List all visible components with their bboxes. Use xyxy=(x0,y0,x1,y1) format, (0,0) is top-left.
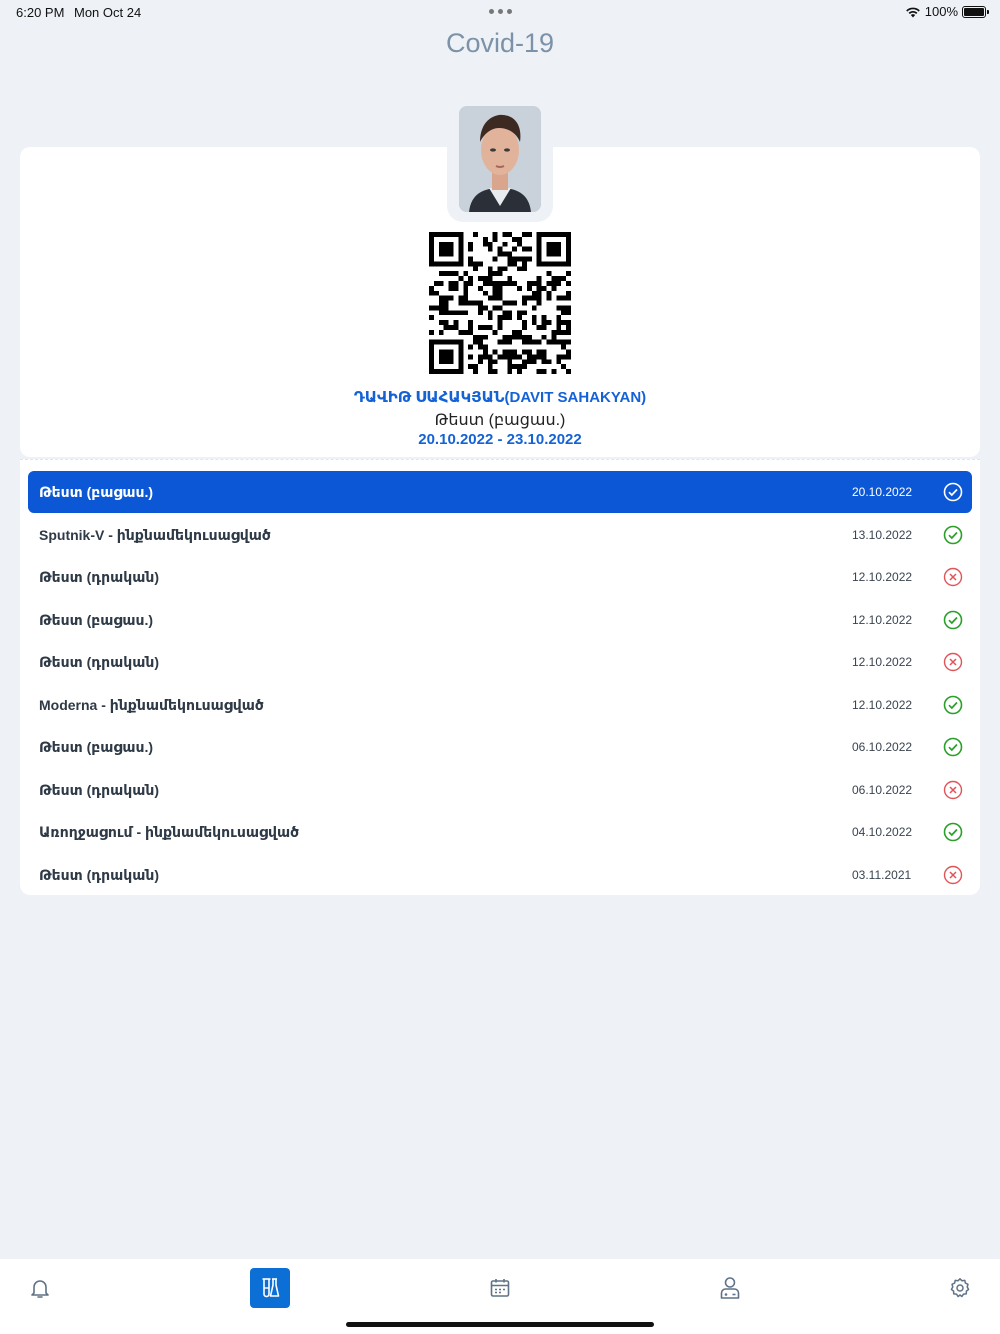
tab-profile[interactable] xyxy=(710,1268,750,1308)
record-row[interactable]: Moderna - ինքնամեկուսացված 12.10.2022 xyxy=(28,684,972,726)
avatar-frame xyxy=(447,100,553,222)
x-circle-icon xyxy=(943,780,963,800)
record-date: 06.10.2022 xyxy=(852,740,913,754)
record-label: Sputnik-V - ինքնամեկուսացված xyxy=(39,526,271,543)
x-circle-icon xyxy=(943,567,963,587)
records-list: Թեստ (բացաս.) 20.10.2022 Sputnik-V - ինք… xyxy=(20,459,980,895)
record-label: Թեստ (դրական) xyxy=(39,568,160,585)
record-label: Թեստ (դրական) xyxy=(39,653,160,670)
tab-notifications[interactable] xyxy=(20,1268,60,1308)
record-row[interactable]: Թեստ (դրական) 12.10.2022 xyxy=(28,556,972,598)
check-circle-icon xyxy=(943,822,963,842)
record-label: Թեստ (դրական) xyxy=(39,866,160,883)
tab-tests[interactable] xyxy=(250,1268,290,1308)
record-label: Թեստ (բացաս.) xyxy=(39,611,154,628)
record-date: 12.10.2022 xyxy=(852,698,913,712)
record-date: 12.10.2022 xyxy=(852,613,913,627)
x-circle-icon xyxy=(943,865,963,885)
record-row[interactable]: Թեստ (դրական) 03.11.2021 xyxy=(28,854,972,896)
record-row[interactable]: Թեստ (դրական) 12.10.2022 xyxy=(28,641,972,683)
battery-icon xyxy=(962,5,989,18)
record-row[interactable]: Թեստ (բացաս.) 06.10.2022 xyxy=(28,726,972,768)
record-row[interactable]: Առողջացում - ինքնամեկուսացված 04.10.2022 xyxy=(28,811,972,853)
record-date: 12.10.2022 xyxy=(852,570,913,584)
check-circle-icon xyxy=(943,610,963,630)
gear-icon xyxy=(950,1278,970,1298)
wifi-icon xyxy=(905,7,920,17)
record-date: 04.10.2022 xyxy=(852,825,913,839)
status-time: 6:20 PM xyxy=(16,5,65,20)
check-circle-icon xyxy=(943,695,963,715)
record-label: Թեստ (դրական) xyxy=(39,781,160,798)
record-row[interactable]: Թեստ (բացաս.) 20.10.2022 xyxy=(28,471,972,513)
doctor-icon xyxy=(720,1277,740,1299)
avatar xyxy=(459,106,541,212)
tab-calendar[interactable] xyxy=(480,1268,520,1308)
status-bar: 6:20 PM Mon Oct 24 100% xyxy=(0,0,1000,26)
record-label: Թեստ (բացաս.) xyxy=(39,738,154,755)
calendar-icon xyxy=(490,1279,510,1297)
record-date: 12.10.2022 xyxy=(852,655,913,669)
record-date: 03.11.2021 xyxy=(852,868,912,882)
check-circle-icon xyxy=(943,737,963,757)
flask-icon xyxy=(262,1278,280,1298)
record-date: 20.10.2022 xyxy=(852,485,913,499)
page-title: Covid-19 xyxy=(445,28,555,58)
check-circle-icon xyxy=(943,525,963,545)
multitasking-dots-icon[interactable] xyxy=(489,9,512,14)
record-row[interactable]: Թեստ (դրական) 06.10.2022 xyxy=(28,769,972,811)
record-date: 06.10.2022 xyxy=(852,783,913,797)
holder-name: ԴԱՎԻԹ ՍԱՀԱԿՅԱՆ(DAVIT SAHAKYAN) xyxy=(353,389,647,406)
record-row[interactable]: Sputnik-V - ինքնամեկուսացված 13.10.2022 xyxy=(28,514,972,556)
qr-code xyxy=(429,232,571,374)
status-right: 100% xyxy=(905,4,989,19)
record-label: Moderna - ինքնամեկուսացված xyxy=(39,696,264,713)
bell-icon xyxy=(31,1280,49,1298)
holder-validity-range: 20.10.2022 - 23.10.2022 xyxy=(418,431,582,448)
status-date: Mon Oct 24 xyxy=(74,5,142,20)
record-row[interactable]: Թեստ (բացաս.) 12.10.2022 xyxy=(28,599,972,641)
record-date: 13.10.2022 xyxy=(852,528,913,542)
x-circle-icon xyxy=(943,652,963,672)
check-circle-icon xyxy=(943,482,963,502)
record-label: Թեստ (բացաս.) xyxy=(39,483,154,500)
record-label: Առողջացում - ինքնամեկուսացված xyxy=(39,823,300,840)
holder-certificate-type: Թեստ (բացաս.) xyxy=(434,412,566,429)
battery-percent: 100% xyxy=(924,4,958,19)
home-indicator[interactable] xyxy=(346,1322,654,1327)
tab-settings[interactable] xyxy=(940,1268,980,1308)
